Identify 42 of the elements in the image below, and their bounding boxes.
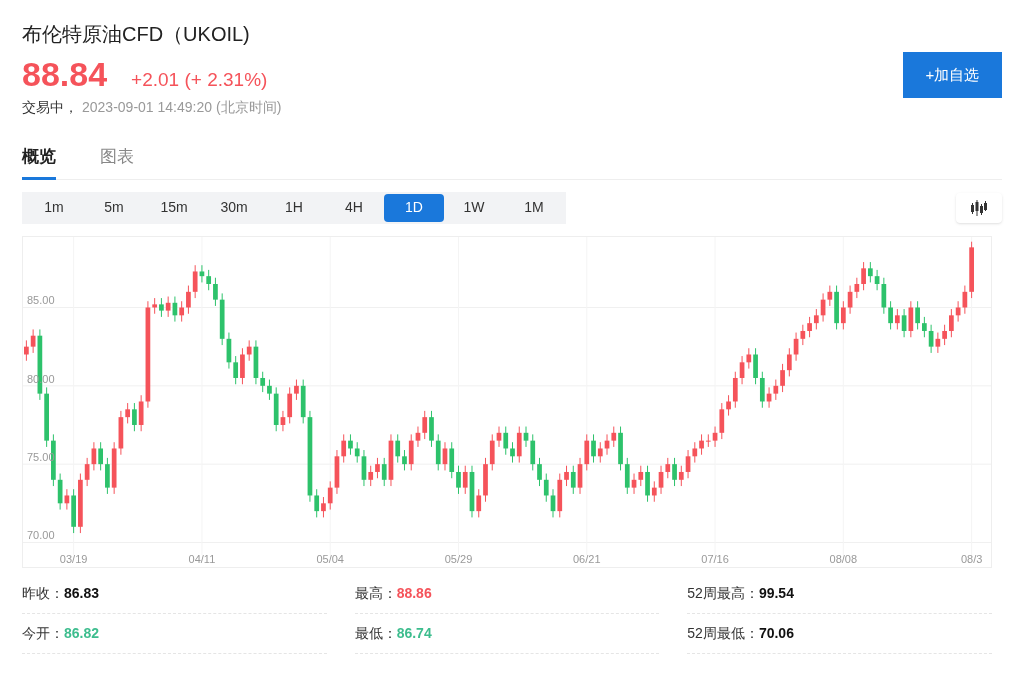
x-axis-label: 04/11: [188, 552, 216, 565]
stat-value: 86.82: [64, 623, 100, 643]
x-axis-label: 03/19: [59, 552, 88, 565]
timezone: (北京时间): [216, 97, 282, 117]
interval-button[interactable]: 5m: [84, 193, 144, 222]
stat-value: 99.54: [758, 583, 794, 603]
interval-button[interactable]: 15m: [144, 193, 204, 222]
stat-label: 最低：: [354, 623, 397, 643]
x-axis-label: 06/21: [573, 552, 601, 565]
stat-label: 今开：: [22, 623, 64, 643]
price: 88.84: [22, 54, 108, 94]
interval-button[interactable]: 1D: [384, 193, 444, 222]
x-axis-label: 05/29: [444, 552, 473, 565]
tab[interactable]: 概览: [22, 139, 56, 180]
interval-button[interactable]: 1H: [264, 193, 324, 222]
stat-label: 昨收：: [22, 583, 64, 603]
interval-button[interactable]: 1W: [444, 193, 504, 222]
stat-value: 86.83: [64, 583, 100, 603]
interval-button[interactable]: 1M: [504, 193, 564, 222]
stat-label: 52周最低：: [687, 623, 759, 643]
stat-label: 最高：: [354, 583, 397, 603]
stat-value: 88.86: [396, 583, 432, 603]
x-axis-label: 07/16: [701, 552, 729, 565]
stat-value: 86.74: [396, 623, 432, 643]
y-axis-label: 85.00: [27, 294, 55, 306]
tab[interactable]: 图表: [100, 139, 134, 180]
y-axis-label: 70.00: [27, 528, 55, 541]
x-axis-label: 08/3: [960, 552, 983, 565]
interval-button[interactable]: 1m: [24, 193, 84, 222]
instrument-title: 布伦特原油CFD（UKOIL): [22, 22, 251, 47]
x-axis-label: 05/04: [316, 552, 344, 565]
price-change: +2.01 (+ 2.31%): [131, 68, 268, 92]
interval-button[interactable]: 4H: [324, 193, 384, 222]
candlestick-icon: [970, 199, 988, 216]
candlestick-toggle[interactable]: [956, 192, 1002, 223]
interval-button[interactable]: 30m: [204, 193, 264, 222]
stat-label: 52周最高：: [687, 583, 759, 603]
add-watchlist-button[interactable]: +加自选: [903, 52, 1002, 98]
x-axis-label: 08/08: [829, 552, 858, 565]
timestamp: 2023-09-01 14:49:20: [82, 97, 212, 117]
stat-value: 70.06: [758, 623, 794, 643]
trading-status: 交易中，: [22, 97, 78, 117]
